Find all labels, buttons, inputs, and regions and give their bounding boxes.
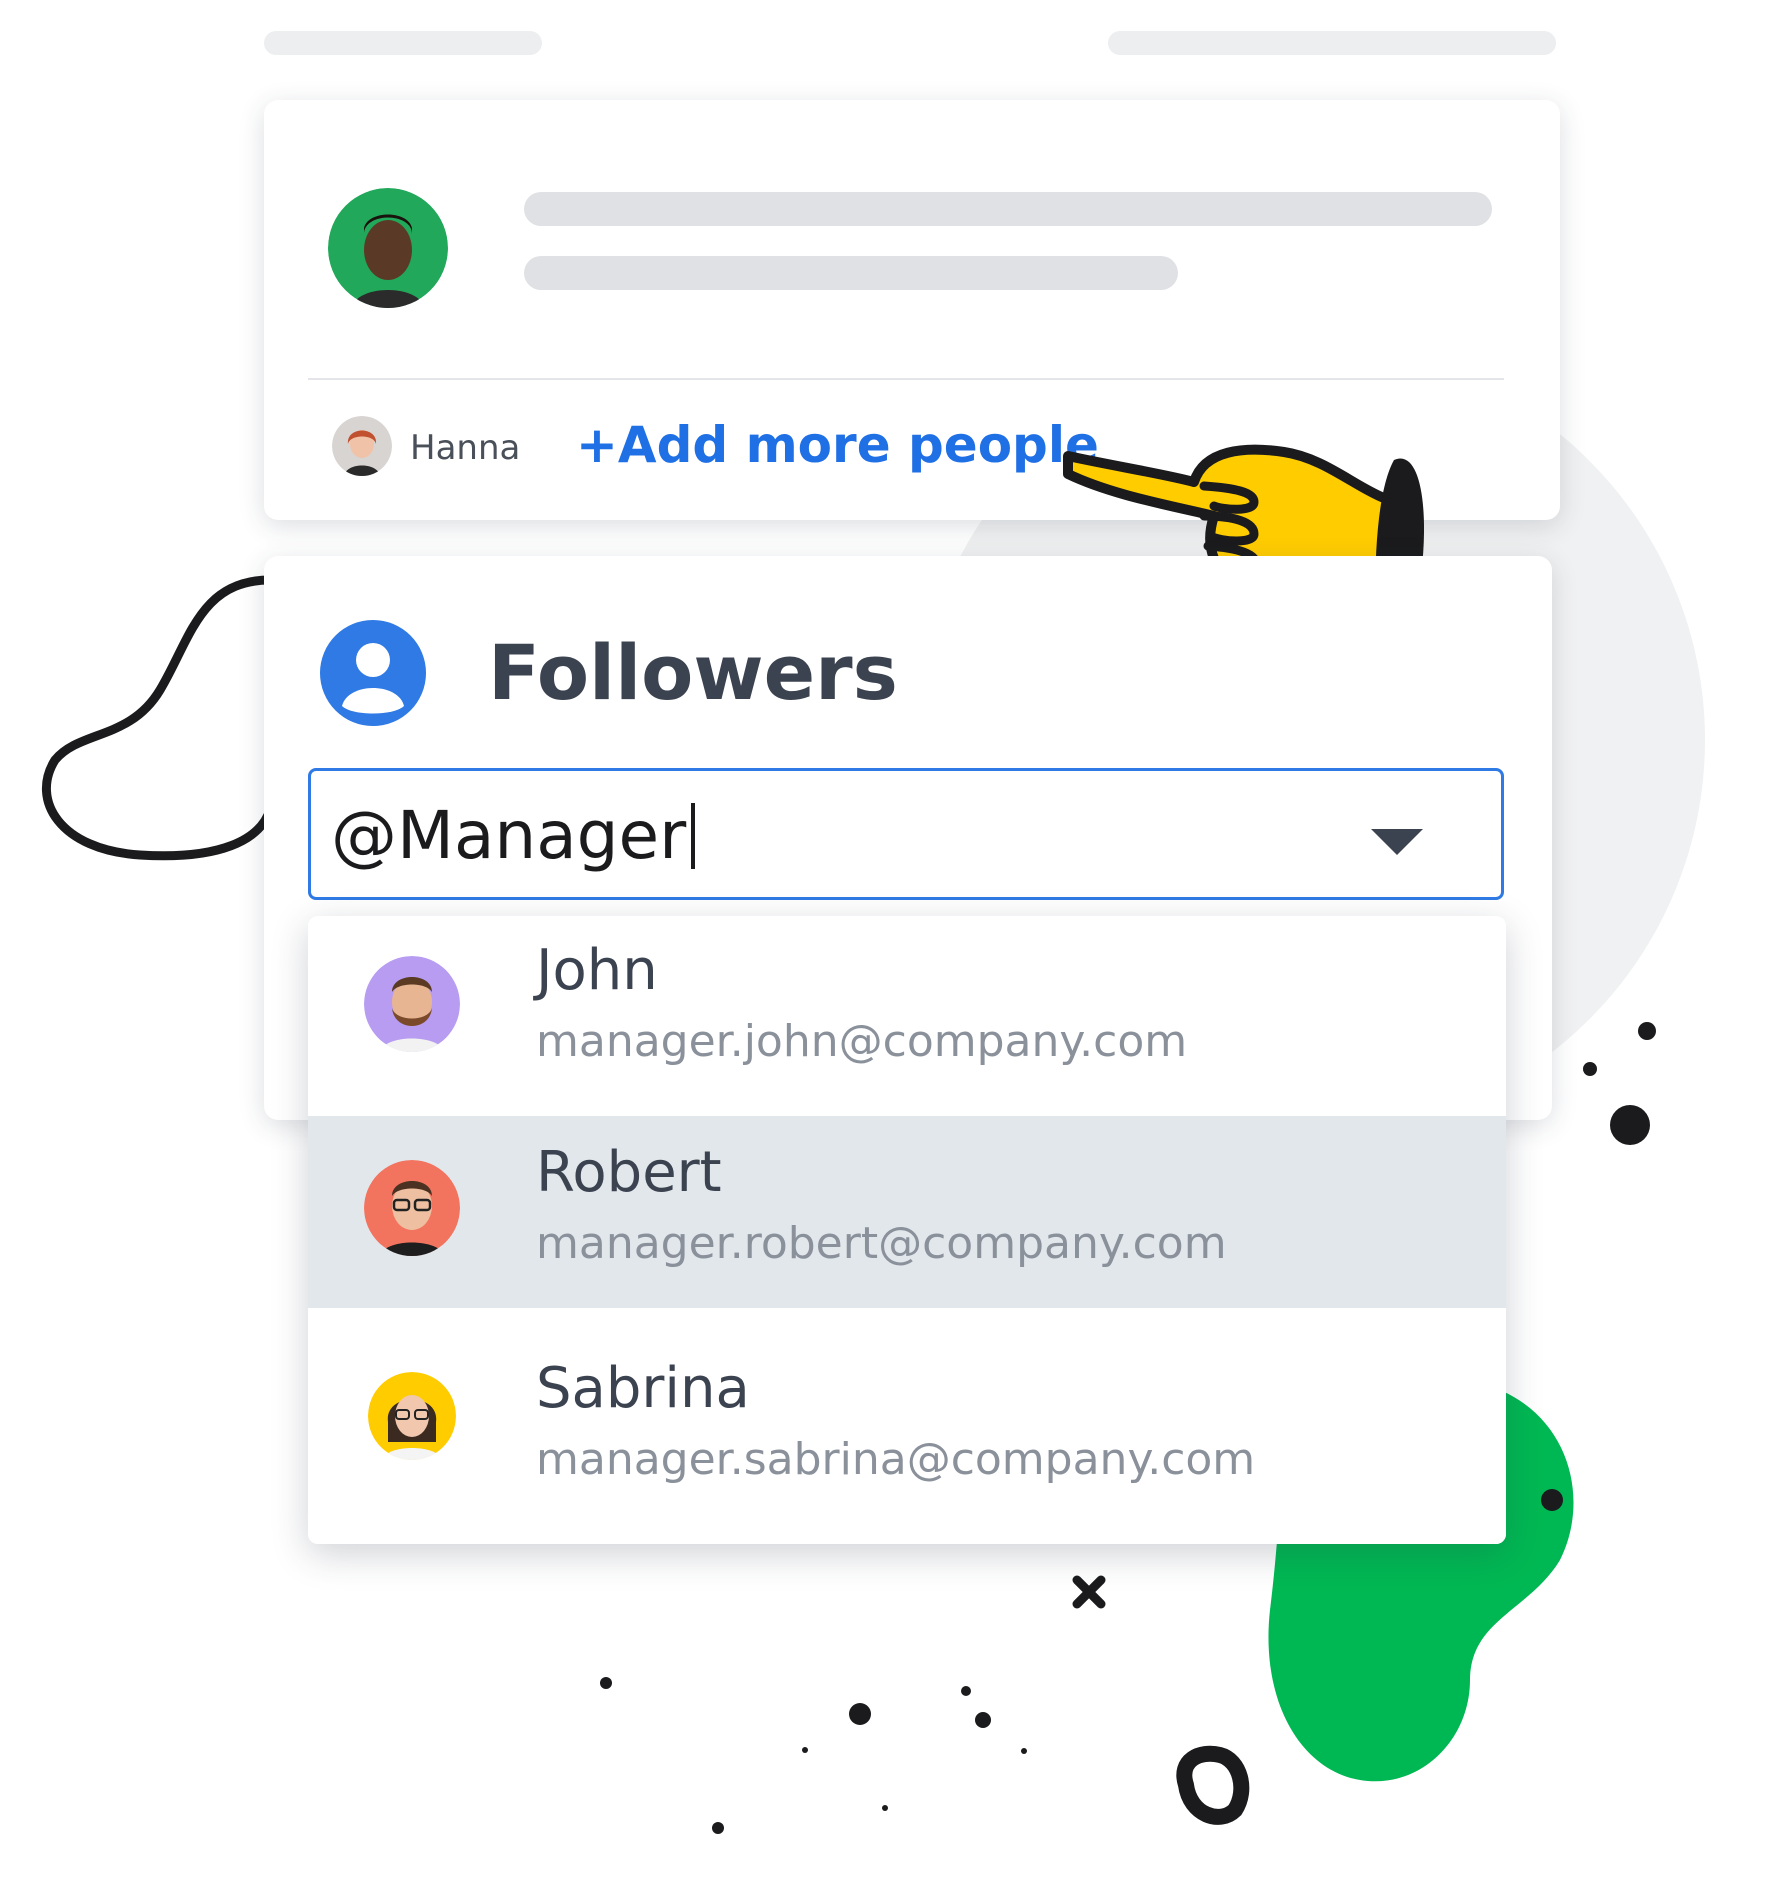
dot	[961, 1686, 971, 1696]
user-circle-icon	[320, 620, 426, 726]
dot	[802, 1747, 808, 1753]
followers-dropdown: John manager.john@company.com Robert man…	[308, 916, 1506, 1544]
dot	[1541, 1489, 1563, 1511]
dropdown-item-sabrina[interactable]: Sabrina manager.sabrina@company.com	[308, 1308, 1506, 1544]
robert-avatar	[364, 1160, 460, 1256]
add-more-people-link[interactable]: +Add more people	[576, 416, 1099, 474]
ring-blob	[1176, 1745, 1250, 1825]
sabrina-name: Sabrina	[536, 1356, 750, 1421]
divider	[308, 378, 1504, 380]
tagged-person-avatar	[332, 416, 392, 476]
dot	[882, 1805, 888, 1811]
top-placeholder-left	[264, 31, 542, 55]
text-cursor	[691, 803, 695, 869]
followers-search-input[interactable]: @Manager	[308, 768, 1504, 900]
john-email: manager.john@company.com	[536, 1016, 1188, 1067]
dot	[1638, 1022, 1656, 1040]
top-placeholder-right	[1108, 31, 1556, 55]
sabrina-avatar	[368, 1372, 456, 1460]
dropdown-item-robert[interactable]: Robert manager.robert@company.com	[308, 1116, 1506, 1308]
sabrina-email: manager.sabrina@company.com	[536, 1434, 1256, 1485]
chevron-down-icon[interactable]	[1371, 829, 1423, 857]
followers-title: Followers	[488, 628, 898, 717]
dropdown-item-john[interactable]: John manager.john@company.com	[308, 916, 1506, 1116]
robert-email: manager.robert@company.com	[536, 1218, 1227, 1269]
tagged-person-name[interactable]: Hanna	[410, 428, 520, 468]
dot	[712, 1822, 724, 1834]
dot	[975, 1712, 991, 1728]
text-placeholder-1	[524, 192, 1492, 226]
dot	[1021, 1748, 1027, 1754]
text-placeholder-2	[524, 256, 1178, 290]
robert-name: Robert	[536, 1140, 722, 1205]
dot	[1583, 1062, 1597, 1076]
dot	[600, 1677, 612, 1689]
dot	[1610, 1105, 1650, 1145]
dot	[849, 1703, 871, 1725]
squiggle-line	[41, 575, 275, 861]
john-avatar	[364, 956, 460, 1052]
john-name: John	[536, 938, 658, 1003]
followers-input-value: @Manager	[331, 797, 687, 874]
x-mark	[1072, 1575, 1106, 1609]
author-avatar	[328, 188, 448, 308]
